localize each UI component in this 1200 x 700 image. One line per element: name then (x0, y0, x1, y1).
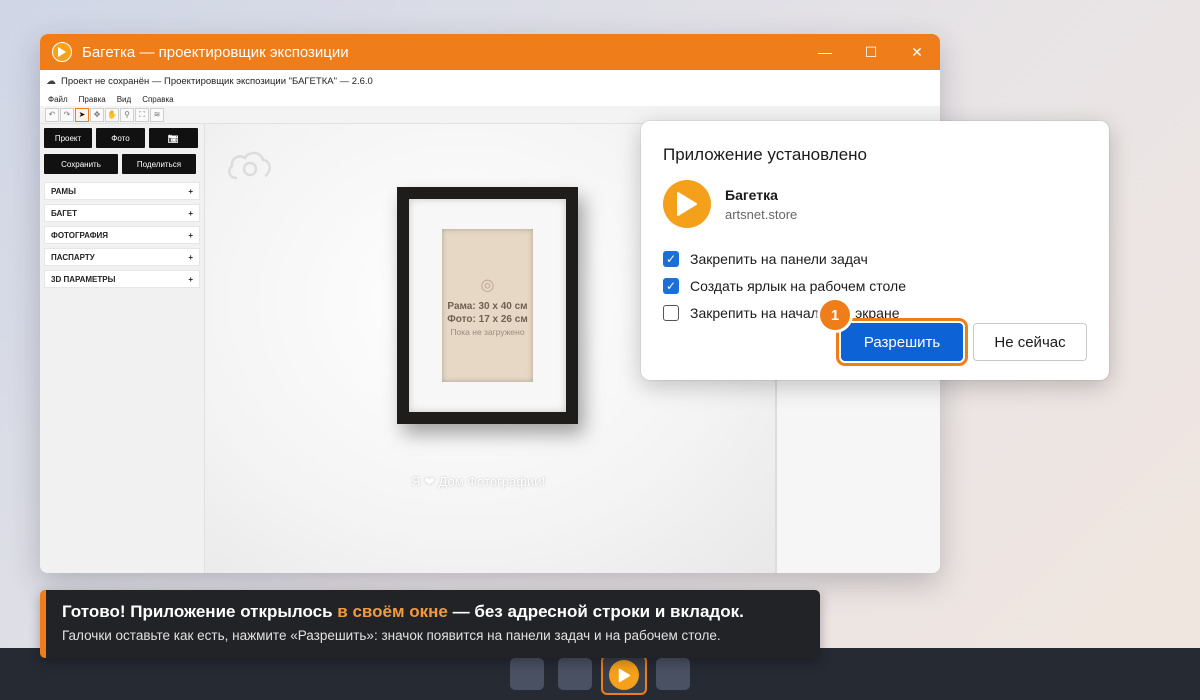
tooltip-body: Галочки оставьте как есть, нажмите «Разр… (62, 628, 721, 643)
move-icon[interactable]: ✥ (90, 107, 104, 122)
frame-size-label: Рама: 30 x 40 см (447, 300, 528, 312)
share-button[interactable]: Поделиться (122, 154, 196, 174)
taskbar-app-slot[interactable] (558, 658, 592, 690)
redo-icon[interactable]: ↷ (60, 107, 74, 122)
undo-icon[interactable]: ↶ (45, 107, 59, 122)
section-passepartout[interactable]: ПАСПАРТУ + (44, 248, 200, 266)
cloud-camera-icon (228, 151, 271, 180)
tutorial-tooltip: Готово! Приложение открылось в своём окн… (40, 590, 820, 658)
hand-icon[interactable]: ✋ (105, 107, 119, 122)
option-pin-taskbar[interactable]: ✓ Закрепить на панели задач (663, 245, 1087, 272)
option-pin-start[interactable]: Закрепить на начальном экране (663, 299, 1087, 326)
tooltip-highlight: в своём окне (337, 602, 448, 621)
photo-status-label: Пока не загружено (450, 326, 525, 337)
photo-placeholder: ◎ Рама: 30 x 40 см Фото: 17 x 26 см Пока… (442, 229, 533, 382)
dialog-title: Приложение установлено (663, 145, 867, 164)
menu-help[interactable]: Справка (142, 95, 173, 104)
zoom-icon[interactable]: ⚲ (120, 107, 134, 122)
checkbox-unchecked[interactable] (663, 304, 679, 321)
project-button[interactable]: Проект (44, 128, 92, 148)
taskbar-app-slot[interactable] (656, 658, 690, 690)
option-label: Закрепить на панели задач (690, 250, 868, 267)
watermark-text: Я ❤ Дом Фотографии! (411, 474, 545, 490)
maximize-button[interactable]: ☐ (848, 34, 894, 70)
camera-icon: 📷 (167, 132, 180, 143)
app-logo-icon (663, 180, 711, 228)
heart-icon: ❤ (424, 474, 435, 489)
plus-icon: + (188, 252, 193, 262)
allow-button[interactable]: Разрешить (836, 318, 968, 366)
section-label: РАМЫ (51, 186, 76, 196)
checkbox-checked[interactable]: ✓ (663, 250, 679, 267)
checkbox-checked[interactable]: ✓ (663, 277, 679, 294)
plus-icon: + (188, 274, 193, 284)
sidebar: Проект Фото 📷 Сохранить Поделиться РАМЫ … (40, 124, 205, 573)
app-logo-icon (52, 42, 72, 62)
title-bar[interactable]: Багетка — проектировщик экспозиции — ☐ ✕ (40, 34, 940, 70)
app-logo-icon (609, 660, 639, 690)
plus-icon: + (188, 208, 193, 218)
camera-button[interactable]: 📷 (149, 128, 198, 148)
not-now-button[interactable]: Не сейчас (973, 323, 1087, 361)
menu-file[interactable]: Файл (48, 95, 68, 104)
app-name: Багетка (725, 186, 778, 203)
layers-icon[interactable]: ≋ (150, 107, 164, 122)
taskbar-app-slot[interactable] (510, 658, 544, 690)
section-label: БАГЕТ (51, 208, 77, 218)
section-baguette[interactable]: БАГЕТ + (44, 204, 200, 222)
option-label: Закрепить на начальном экране (690, 304, 900, 321)
app-installed-dialog: Приложение установлено Багетка artsnet.s… (641, 121, 1109, 380)
tooltip-heading-a: Готово! Приложение открылось (62, 602, 338, 621)
menu-edit[interactable]: Правка (79, 95, 106, 104)
plus-icon: + (188, 186, 193, 196)
pointer-icon[interactable]: ➤ (75, 107, 89, 122)
fit-icon[interactable]: ⛶ (135, 107, 149, 122)
section-3d-params[interactable]: 3D ПАРАМЕТРЫ + (44, 270, 200, 288)
save-button[interactable]: Сохранить (44, 154, 118, 174)
app-info: Багетка artsnet.store (663, 180, 1087, 228)
document-title-bar: ☁ Проект не сохранён — Проектировщик экс… (40, 70, 940, 92)
watermark-prefix: Я (411, 474, 421, 489)
minimize-button[interactable]: — (802, 34, 848, 70)
step-badge: 1 (820, 300, 850, 330)
option-label: Создать ярлык на рабочем столе (690, 277, 906, 294)
tooltip-heading: Готово! Приложение открылось в своём окн… (62, 602, 804, 622)
window-title: Багетка — проектировщик экспозиции (82, 43, 349, 61)
photo-size-label: Фото: 17 x 26 см (447, 313, 528, 325)
section-frames[interactable]: РАМЫ + (44, 182, 200, 200)
cloud-icon: ☁ (46, 75, 56, 87)
passepartout: ◎ Рама: 30 x 40 см Фото: 17 x 26 см Пока… (409, 199, 566, 412)
section-label: ПАСПАРТУ (51, 252, 95, 262)
app-host: artsnet.store (725, 206, 798, 222)
photo-button[interactable]: Фото (96, 128, 145, 148)
section-label: 3D ПАРАМЕТРЫ (51, 274, 116, 284)
plus-icon: + (188, 230, 193, 240)
close-button[interactable]: ✕ (894, 34, 940, 70)
camera-icon: ◎ (480, 276, 495, 294)
tooltip-heading-b: — без адресной строки и вкладок. (447, 602, 744, 621)
taskbar-bagetka-app[interactable] (601, 655, 647, 695)
section-label: ФОТОГРАФИЯ (51, 230, 109, 240)
picture-frame[interactable]: ◎ Рама: 30 x 40 см Фото: 17 x 26 см Пока… (397, 187, 578, 424)
menu-view[interactable]: Вид (117, 95, 131, 104)
menu-bar: Файл Правка Вид Справка (40, 92, 940, 106)
watermark-suffix: Дом Фотографии! (438, 474, 546, 489)
section-photo[interactable]: ФОТОГРАФИЯ + (44, 226, 200, 244)
document-title: Проект не сохранён — Проектировщик экспо… (61, 75, 373, 87)
option-desktop-shortcut[interactable]: ✓ Создать ярлык на рабочем столе (663, 272, 1087, 299)
